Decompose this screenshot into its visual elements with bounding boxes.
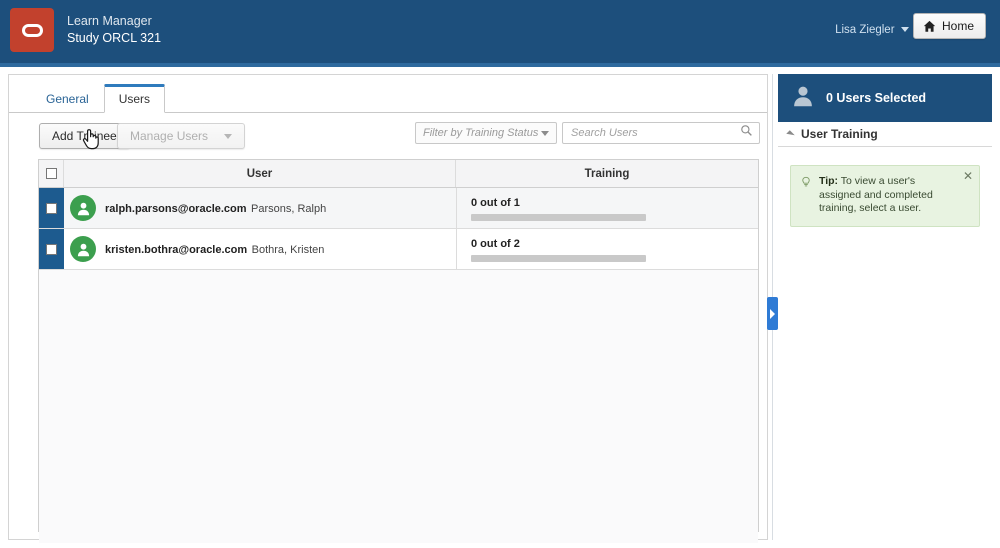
training-progress-bar [471,214,646,221]
search-icon[interactable] [740,124,753,142]
lightbulb-icon [800,175,812,216]
brand-area: Learn Manager Study ORCL 321 [10,8,161,52]
app-subtitle: Study ORCL 321 [67,31,162,45]
chevron-down-icon [224,133,233,139]
user-training-section-title: User Training [801,127,878,141]
users-table: User Training ralph.parsons@oracle.com P… [38,159,759,543]
user-avatar-icon [70,195,96,221]
user-fullname: Bothra, Kristen [251,244,325,256]
tip-label: Tip: [819,175,839,187]
row-select-cell[interactable] [39,229,64,269]
application-window: Learn Manager Study ORCL 321 Lisa Ziegle… [0,0,1000,548]
user-training-panel: 0 Users Selected User Training Tip: To v… [778,74,992,540]
panel-header: 0 Users Selected [778,74,992,122]
training-progress-label: 0 out of 2 [471,238,520,250]
user-email: kristen.bothra@oracle.com [105,244,248,256]
training-progress-bar [471,255,646,262]
select-all-column-header [39,160,64,187]
top-header-bar: Learn Manager Study ORCL 321 Lisa Ziegle… [0,0,1000,63]
tab-users[interactable]: Users [103,84,166,113]
row-training-cell: 0 out of 2 [456,229,758,269]
triangle-collapse-icon [786,129,795,139]
row-select-cell[interactable] [39,188,64,228]
user-name-label: Lisa Ziegler [835,23,895,36]
tab-general[interactable]: General [31,86,104,113]
selected-users-count: 0 Users Selected [826,91,927,105]
row-checkbox[interactable] [46,202,57,214]
select-all-checkbox[interactable] [45,168,57,179]
home-button[interactable]: Home [912,13,986,39]
chevron-down-icon [541,130,549,136]
oracle-logo-icon [10,8,54,52]
row-user-cell: kristen.bothra@oracle.com Bothra, Kriste… [64,229,456,269]
row-checkbox[interactable] [46,243,57,255]
user-email: ralph.parsons@oracle.com [105,203,247,215]
manage-users-button[interactable]: Manage Users [117,123,246,149]
training-progress-label: 0 out of 1 [471,197,520,209]
home-icon [923,20,936,33]
chevron-right-icon [770,308,775,319]
user-training-section-header[interactable]: User Training [778,122,992,147]
table-row[interactable]: kristen.bothra@oracle.com Bothra, Kriste… [39,229,758,270]
user-avatar-icon [70,236,96,262]
user-silhouette-icon [791,84,815,113]
search-input[interactable] [569,126,740,140]
main-content-card: General Users Add Trainee Manage Users F… [8,74,768,543]
user-fullname: Parsons, Ralph [251,203,327,215]
user-zone: Lisa Ziegler Home [835,6,986,39]
close-icon[interactable]: ✕ [963,170,973,182]
table-header-row: User Training [39,160,758,188]
row-training-cell: 0 out of 1 [456,188,758,228]
row-user-cell: ralph.parsons@oracle.com Parsons, Ralph [64,188,456,228]
column-header-training[interactable]: Training [456,160,758,187]
tab-bar: General Users [9,83,767,113]
table-row[interactable]: ralph.parsons@oracle.com Parsons, Ralph … [39,188,758,229]
tip-message: Tip: To view a user's assigned and compl… [790,165,980,227]
table-empty-area [39,270,758,543]
manage-users-label: Manage Users [130,129,209,143]
app-title: Learn Manager [67,14,152,28]
user-menu[interactable]: Lisa Ziegler [835,23,909,36]
filter-training-status-select[interactable]: Filter by Training Status [415,122,557,144]
column-header-user[interactable]: User [64,160,456,187]
filter-placeholder-label: Filter by Training Status [423,127,539,139]
search-users-box[interactable] [562,122,760,144]
table-toolbar: Add Trainee Manage Users Filter by Train… [9,117,767,153]
header-accent-strip [0,63,1000,67]
panel-collapse-handle[interactable] [767,297,778,330]
home-button-label: Home [941,19,974,33]
chevron-down-icon [900,27,909,32]
